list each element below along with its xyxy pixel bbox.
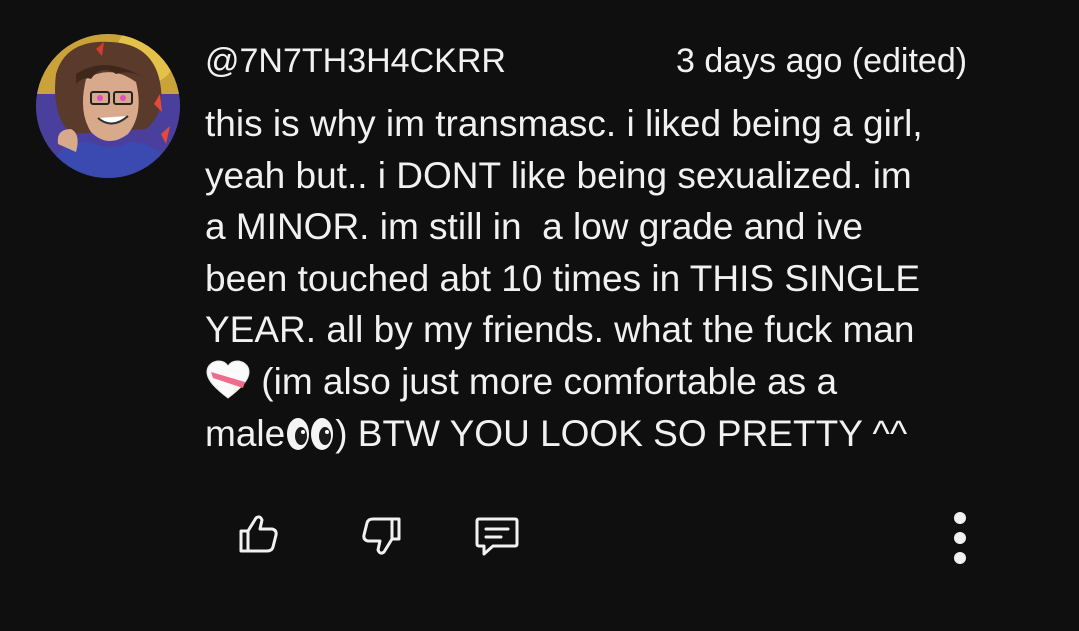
reply-comment-icon xyxy=(475,517,519,556)
comment-line-text: ) BTW YOU LOOK SO PRETTY ^^ xyxy=(335,412,908,454)
comment-line-text: (im also just more comfortable as a xyxy=(251,360,838,402)
comment-line: (im also just more comfortable as a xyxy=(205,356,1035,408)
reply-button[interactable] xyxy=(473,512,521,560)
thumbs-down-icon xyxy=(362,517,401,555)
author-avatar[interactable] xyxy=(36,34,180,178)
vertical-dots-menu-icon xyxy=(954,512,966,564)
comment-line: male ) BTW YOU LOOK SO PRETTY ^^ xyxy=(205,408,1035,460)
comment-line: been touched abt 10 times in THIS SINGLE xyxy=(205,257,921,299)
author-handle[interactable]: @7N7TH3H4CKRR xyxy=(205,40,506,82)
comment-timestamp[interactable]: 3 days ago (edited) xyxy=(676,40,967,82)
like-button[interactable] xyxy=(234,510,282,558)
heart-with-bandage-emoji-icon xyxy=(205,360,251,414)
comment-line: this is why im transmasc. i liked being … xyxy=(205,103,923,144)
comment-header: @7N7TH3H4CKRR 3 days ago (edited) xyxy=(205,40,1015,82)
comment-line-text: male xyxy=(205,412,286,454)
avatar-drawing xyxy=(36,34,180,178)
comment-line: yeah but.. i DONT like being sexualized.… xyxy=(205,154,912,196)
thumbs-up-icon xyxy=(239,515,278,553)
more-options-button[interactable] xyxy=(940,506,980,570)
comment-text: this is why im transmasc. i liked being … xyxy=(205,98,1035,459)
comment-line: YEAR. all by my friends. what the fuck m… xyxy=(205,309,915,351)
eyes-emoji-icon xyxy=(285,414,335,466)
comment-line: a MINOR. im still in a low grade and ive xyxy=(205,206,864,248)
dislike-button[interactable] xyxy=(358,512,406,560)
